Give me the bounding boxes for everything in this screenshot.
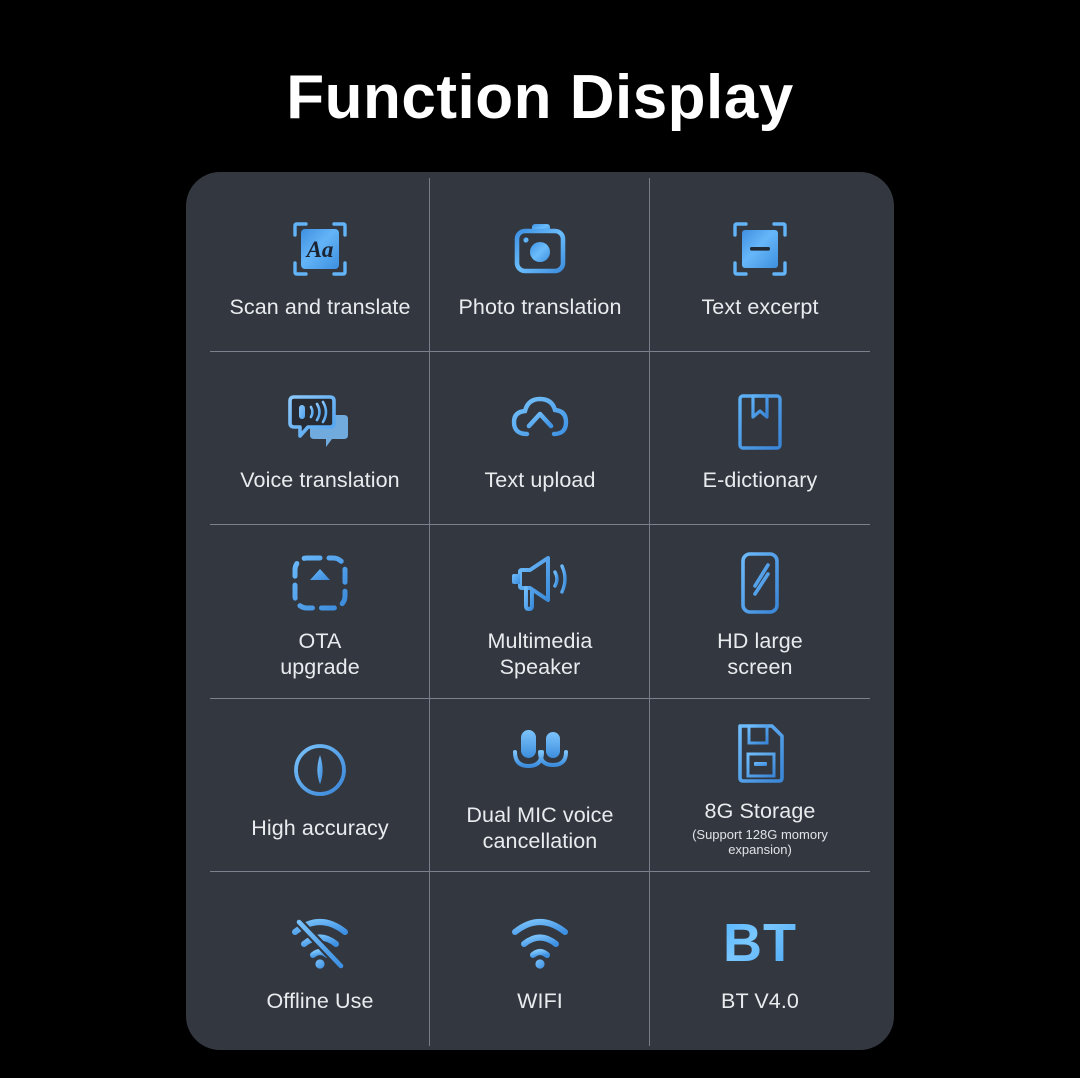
feature-label: Scan and translate [229,294,411,319]
feature-cell-e-dictionary[interactable]: E-dictionary [650,352,870,526]
bt-text-icon: BT [723,904,797,982]
feature-label: HD large screen [717,628,803,679]
feature-label: Text upload [484,468,596,493]
feature-cell-bluetooth[interactable]: BT BT V4.0 [650,872,870,1046]
feature-cell-voice-translation[interactable]: Voice translation [210,351,430,526]
feature-cell-photo-translation[interactable]: Photo translation [430,178,650,352]
feature-cell-multimedia-speaker[interactable]: Multimedia Speaker [430,525,650,699]
feature-label: Multimedia Speaker [487,628,593,679]
crosshair-target-icon [289,731,351,809]
wifi-icon [505,904,575,982]
feature-cell-high-accuracy[interactable]: High accuracy [210,698,430,873]
feature-cell-hd-large-screen[interactable]: HD large screen [650,525,870,699]
wifi-off-icon [285,904,355,982]
feature-cell-offline-use[interactable]: Offline Use [210,872,430,1046]
phone-screen-icon [735,544,785,622]
feature-label: High accuracy [251,815,389,840]
feature-cell-dual-mic-voice-cancellation[interactable]: Dual MIC voice cancellation [430,698,650,873]
feature-label: WIFI [517,989,563,1014]
svg-text:Aa: Aa [305,237,334,262]
feature-sublabel: (Support 128G momory expansion) [692,827,828,858]
feature-cell-wifi[interactable]: WIFI [430,872,650,1046]
camera-icon [509,210,571,288]
feature-label: 8G Storage [704,799,816,824]
cloud-upload-icon [507,383,573,461]
scan-text-aa-icon: Aa [289,210,351,288]
page-title: Function Display [286,63,794,132]
feature-cell-scan-and-translate[interactable]: Aa Scan and translate [210,178,430,352]
memory-card-icon [732,714,788,792]
feature-label: Photo translation [458,294,622,319]
feature-cell-text-excerpt[interactable]: Text excerpt [650,178,870,352]
feature-label: Voice translation [240,468,400,493]
feature-cell-ota-upgrade[interactable]: OTA upgrade [210,525,430,699]
feature-cell-storage[interactable]: 8G Storage (Support 128G momory expansio… [650,699,870,873]
dual-microphone-icon [504,718,576,796]
megaphone-icon [506,544,574,622]
feature-label: OTA upgrade [280,628,360,679]
feature-label: BT V4.0 [721,989,799,1014]
feature-label: Text excerpt [701,294,819,319]
feature-label: Offline Use [266,989,374,1014]
feature-card: Aa Scan and translate Photo translation … [186,172,894,1050]
feature-label: E-dictionary [702,468,818,493]
ota-upload-dashed-icon [289,544,351,622]
feature-cell-text-upload[interactable]: Text upload [430,351,650,526]
feature-grid: Aa Scan and translate Photo translation … [186,172,894,1050]
function-display-page: Function Display Aa Scan and translate P… [0,0,1080,1078]
book-bookmark-icon [731,383,789,461]
feature-label: Dual MIC voice cancellation [466,802,614,853]
text-excerpt-scan-icon [729,210,791,288]
speech-bubble-sound-icon [286,383,354,461]
bt-glyph-text: BT [723,913,797,974]
